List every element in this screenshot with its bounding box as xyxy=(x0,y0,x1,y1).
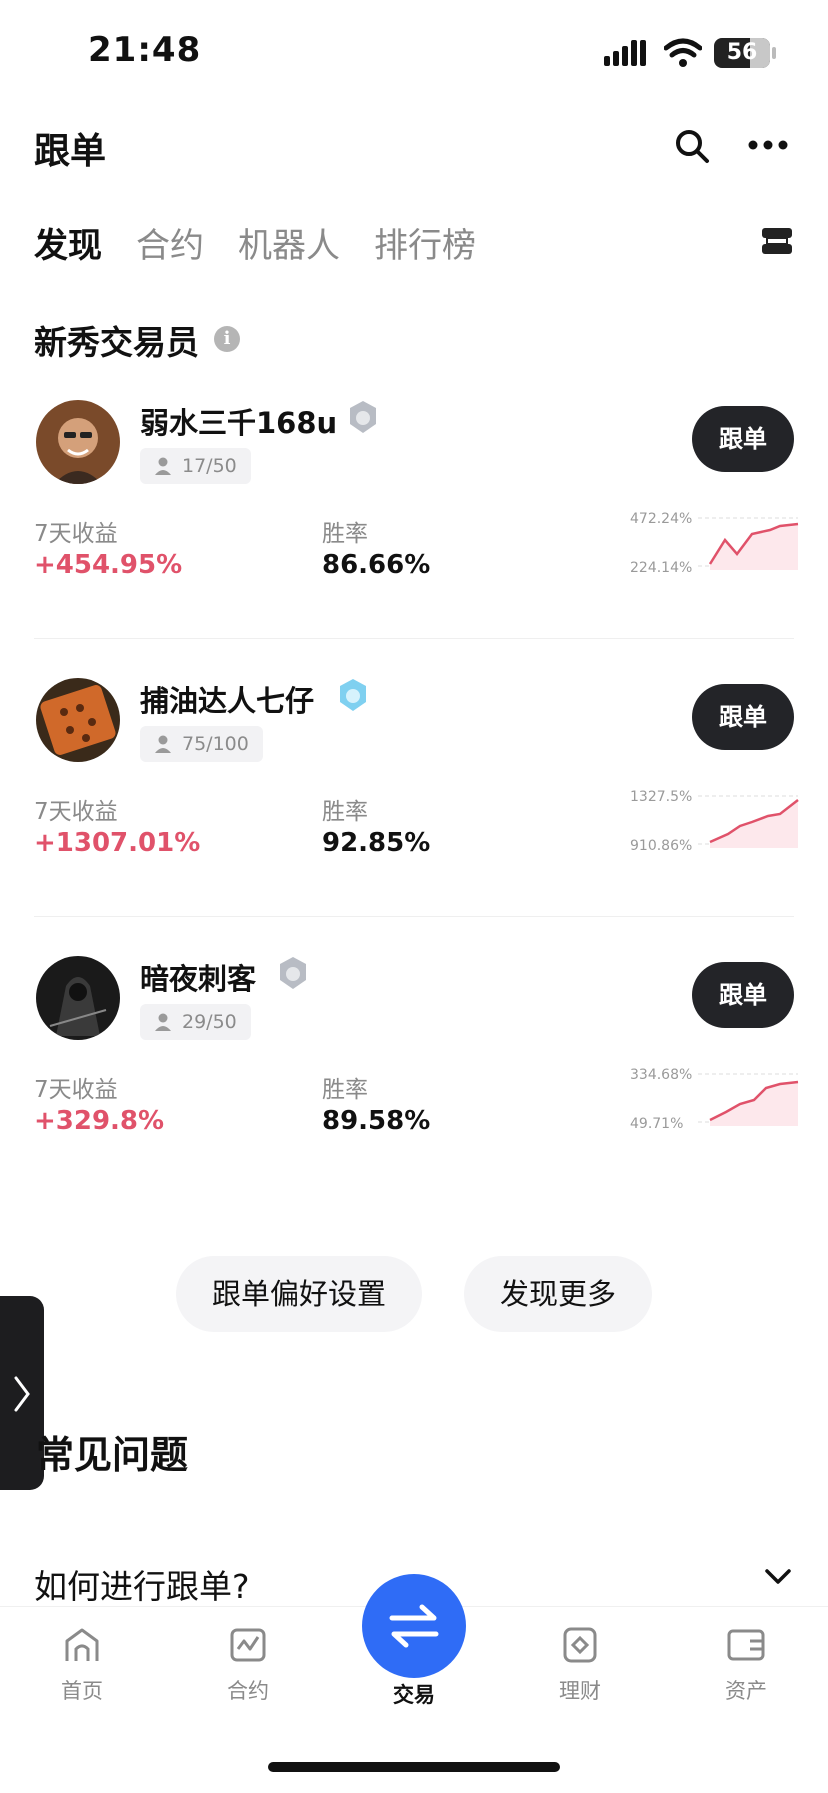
avatar[interactable] xyxy=(36,400,120,484)
sparkline-high-label: 1327.5% xyxy=(630,789,692,805)
card-divider xyxy=(34,916,794,917)
profit-sparkline: 334.68% 49.71% xyxy=(630,1067,799,1132)
follower-count: 17/50 xyxy=(182,455,237,477)
cellular-signal-icon xyxy=(604,40,646,66)
user-icon xyxy=(155,1013,171,1031)
layout-toggle-icon[interactable] xyxy=(762,228,792,254)
trader-card: 暗夜刺客 29/50 跟单 7天收益 胜率 +329.8% 89.58% 334… xyxy=(0,936,828,1214)
win-rate-value: 86.66% xyxy=(322,550,431,580)
silver-medal-icon xyxy=(280,957,306,989)
follower-count-badge: 75/100 xyxy=(140,726,263,762)
battery-indicator: 56 xyxy=(714,38,770,68)
blue-medal-icon xyxy=(340,679,366,711)
tab-discover[interactable]: 发现 xyxy=(34,218,102,267)
avatar[interactable] xyxy=(36,678,120,762)
follow-button[interactable]: 跟单 xyxy=(692,684,794,750)
follower-count: 29/50 xyxy=(182,1011,237,1033)
trader-card: 捕油达人七仔 75/100 跟单 7天收益 胜率 +1307.01% 92.85… xyxy=(0,658,828,936)
sparkline-low-label: 49.71% xyxy=(630,1116,683,1132)
more-options-icon[interactable] xyxy=(748,140,788,150)
nav-label-assets: 资产 xyxy=(725,1679,767,1703)
discover-more-button[interactable]: 发现更多 xyxy=(464,1256,652,1332)
tab-bar: 发现 合约 机器人 排行榜 xyxy=(34,218,476,267)
info-icon[interactable]: i xyxy=(214,326,240,352)
nav-label-home: 首页 xyxy=(61,1679,103,1703)
trader-name[interactable]: 暗夜刺客 xyxy=(140,956,256,998)
follower-count-badge: 17/50 xyxy=(140,448,251,484)
faq-question[interactable]: 如何进行跟单? xyxy=(34,1560,250,1608)
tab-contract[interactable]: 合约 xyxy=(136,218,204,267)
nav-label-trade: 交易 xyxy=(393,1683,435,1707)
section-title: 新秀交易员 xyxy=(34,323,199,362)
nav-home[interactable]: 首页 xyxy=(32,1627,132,1705)
win-rate-value: 92.85% xyxy=(322,828,431,858)
follower-count: 75/100 xyxy=(182,733,249,755)
profit-value: +1307.01% xyxy=(34,828,201,858)
battery-tip xyxy=(772,47,776,59)
trader-name[interactable]: 弱水三千168u xyxy=(140,400,337,442)
avatar[interactable] xyxy=(36,956,120,1040)
profit-value: +329.8% xyxy=(34,1106,165,1136)
swap-arrows-icon xyxy=(389,1604,439,1648)
trade-button[interactable] xyxy=(362,1574,466,1678)
sparkline-high-label: 472.24% xyxy=(630,511,692,527)
chevron-right-icon xyxy=(14,1376,30,1412)
chevron-down-icon[interactable] xyxy=(764,1568,792,1586)
tab-robot[interactable]: 机器人 xyxy=(238,218,340,267)
sparkline-low-label: 224.14% xyxy=(630,560,692,576)
follower-count-badge: 29/50 xyxy=(140,1004,251,1040)
trader-name[interactable]: 捕油达人七仔 xyxy=(140,678,314,720)
status-time: 21:48 xyxy=(88,30,202,70)
battery-level: 56 xyxy=(726,40,758,65)
nav-contract[interactable]: 合约 xyxy=(198,1627,298,1705)
win-rate-label: 胜率 xyxy=(322,799,368,825)
nav-label-contract: 合约 xyxy=(227,1679,269,1703)
win-rate-label: 胜率 xyxy=(322,1077,368,1103)
profit-label: 7天收益 xyxy=(34,521,118,547)
nav-assets[interactable]: 资产 xyxy=(696,1627,796,1705)
wallet-icon xyxy=(727,1629,765,1661)
home-icon xyxy=(65,1628,99,1661)
follow-button[interactable]: 跟单 xyxy=(692,406,794,472)
follow-button[interactable]: 跟单 xyxy=(692,962,794,1028)
follow-preferences-button[interactable]: 跟单偏好设置 xyxy=(176,1256,422,1332)
profit-value: +454.95% xyxy=(34,550,183,580)
tab-leaderboard[interactable]: 排行榜 xyxy=(374,218,476,267)
card-divider xyxy=(34,638,794,639)
sparkline-low-label: 910.86% xyxy=(630,838,692,854)
home-indicator xyxy=(268,1762,560,1772)
profit-label: 7天收益 xyxy=(34,1077,118,1103)
faq-title: 常见问题 xyxy=(36,1433,189,1477)
profit-sparkline: 1327.5% 910.86% xyxy=(630,789,799,854)
win-rate-value: 89.58% xyxy=(322,1106,431,1136)
profit-label: 7天收益 xyxy=(34,799,118,825)
contract-chart-icon xyxy=(230,1628,266,1662)
sparkline-high-label: 334.68% xyxy=(630,1067,692,1083)
finance-icon xyxy=(563,1627,597,1663)
user-icon xyxy=(155,735,171,753)
search-icon[interactable] xyxy=(674,128,710,164)
nav-finance[interactable]: 理财 xyxy=(530,1627,630,1705)
profit-sparkline: 472.24% 224.14% xyxy=(630,511,799,576)
page-title: 跟单 xyxy=(34,131,107,172)
trader-card: 弱水三千168u 17/50 跟单 7天收益 胜率 +454.95% 86.66… xyxy=(0,380,828,658)
win-rate-label: 胜率 xyxy=(322,521,368,547)
wifi-icon xyxy=(664,38,702,67)
silver-medal-icon xyxy=(350,401,376,433)
nav-label-finance: 理财 xyxy=(559,1679,601,1703)
user-icon xyxy=(155,457,171,475)
